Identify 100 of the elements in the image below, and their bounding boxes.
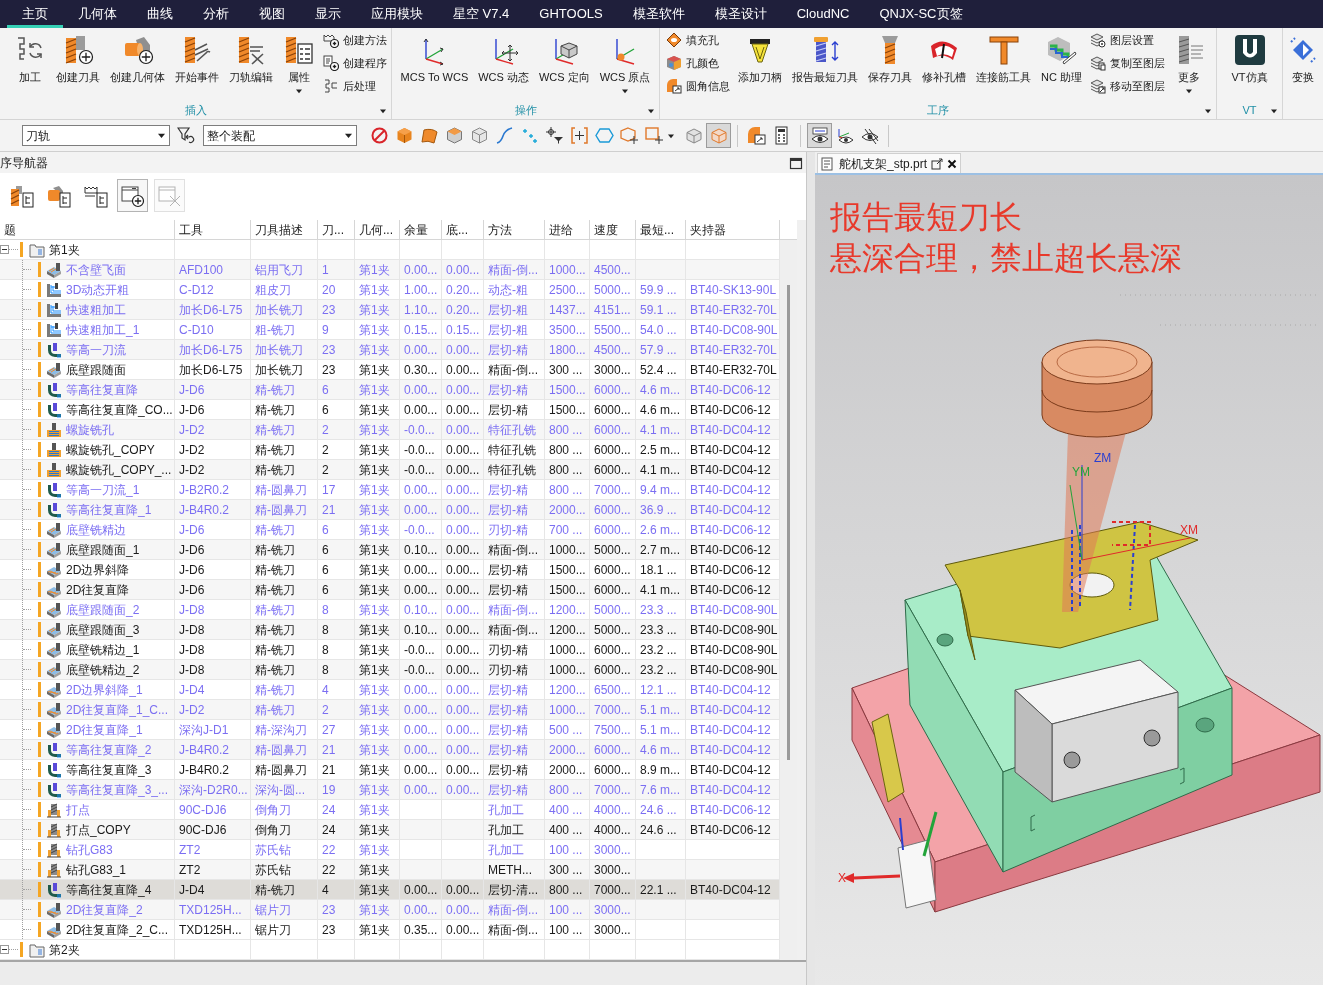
- operation-name[interactable]: 等高一刀流: [66, 340, 126, 359]
- operation-name[interactable]: 不含壁飞面: [66, 260, 126, 279]
- operation-name[interactable]: 钻孔G83: [66, 840, 113, 859]
- ribbon-button[interactable]: 修补孔槽: [920, 31, 968, 84]
- menu-tab[interactable]: QNJX-SC页签: [864, 0, 978, 28]
- operation-name[interactable]: 2D往复直降: [66, 580, 130, 599]
- ribbon-button[interactable]: 连接筋工具: [974, 31, 1033, 84]
- ribbon-button[interactable]: 填充孔: [666, 31, 730, 49]
- table-row[interactable]: 等高一刀流_1 J-B2R0.2 精-圆鼻刀 17 第1夹 0.00... 0.00... 层切-精 800 ... 7000... 9.4 m... BT40-DC04-12: [0, 480, 780, 500]
- operation-name[interactable]: 等高往复直降_3: [66, 760, 152, 779]
- hexagon-icon[interactable]: [595, 126, 614, 145]
- menu-tab[interactable]: 分析: [188, 0, 244, 28]
- ribbon-button[interactable]: 复制至图层: [1089, 54, 1165, 72]
- table-row[interactable]: 2D边界斜降 J-D6 精-铣刀 6 第1夹 0.00... 0.00... 层切-精 1500... 6000... 18.1 ... BT40-DC06-12: [0, 560, 780, 580]
- table-row[interactable]: 钻孔G83 ZT2 苏氏钻 22 第1夹 孔加工 100 ... 3000...: [0, 840, 780, 860]
- table-row[interactable]: 2D往复直降_1_C... J-D2 精-铣刀 2 第1夹 0.00... 0.00... 层切-精 1000... 7000... 5.1 m... BT40-DC04-12: [0, 700, 780, 720]
- table-row[interactable]: 2D往复直降_2_C... TXD125H... 锯片刀 23 第1夹 0.35... 0.00... 精面-倒... 100 ... 3000...: [0, 920, 780, 940]
- file-tab[interactable]: 舵机支架_stp.prt: [817, 153, 962, 173]
- table-row[interactable]: 快速粗加工_1 C-D10 粗-铣刀 9 第1夹 0.15... 0.15... 层切-粗 3500... 5500... 54.0 ... BT40-DC08-90L: [0, 320, 780, 340]
- table-row[interactable]: 等高一刀流 加长D6-L75 加长铣刀 23 第1夹 0.00... 0.00... 层切-精 1800... 4500... 57.9 ... BT40-ER32-70L: [0, 340, 780, 360]
- ribbon-button[interactable]: WCS 动态: [476, 31, 531, 84]
- toggle-button[interactable]: [706, 123, 731, 148]
- table-row[interactable]: 底壁跟随面 加长D6-L75 加长铣刀 23 第1夹 0.30... 0.00... 精面-倒... 300 ... 3000... 52.4 ... BT40-ER32-70L: [0, 360, 780, 380]
- cube-outline-icon[interactable]: [470, 126, 489, 145]
- operation-name[interactable]: 底壁跟随面_2: [66, 600, 140, 619]
- ribbon-button[interactable]: VT仿真: [1229, 31, 1270, 84]
- menu-tab[interactable]: 显示: [300, 0, 356, 28]
- operation-name[interactable]: 等高往复直降_3_...: [66, 780, 169, 799]
- operation-name[interactable]: 2D边界斜降_1: [66, 680, 143, 699]
- dropdown-field[interactable]: 刀轨: [22, 125, 170, 146]
- menu-tab[interactable]: 模圣软件: [617, 0, 700, 28]
- menu-tab[interactable]: 视图: [244, 0, 300, 28]
- operation-name[interactable]: 钻孔G83_1: [66, 860, 127, 879]
- ribbon-button[interactable]: 属性: [281, 31, 317, 95]
- operation-name[interactable]: 螺旋铣孔: [66, 420, 114, 439]
- menu-tab[interactable]: 曲线: [132, 0, 188, 28]
- close-icon[interactable]: [947, 158, 958, 169]
- menu-tab[interactable]: CloudNC: [781, 0, 865, 28]
- ribbon-button[interactable]: 孔颜色: [666, 54, 730, 72]
- curved-face-icon[interactable]: [420, 126, 439, 145]
- calculator-icon[interactable]: [772, 126, 791, 145]
- table-row[interactable]: 螺旋铣孔_COPY_... J-D2 精-铣刀 2 第1夹 -0.0... 0.00... 特征孔铣 800 ... 6000... 4.1 m... BT40-DC04-12: [0, 460, 780, 480]
- ribbon-button[interactable]: 后处理: [323, 77, 387, 95]
- operation-name[interactable]: 等高往复直降_1: [66, 500, 152, 519]
- operation-name[interactable]: 底壁跟随面: [66, 360, 126, 379]
- ribbon-button[interactable]: 圆角信息: [666, 77, 730, 95]
- collapse-icon[interactable]: [0, 245, 9, 254]
- menu-tab[interactable]: 模圣设计: [699, 0, 782, 28]
- ribbon-button[interactable]: 创建程序: [323, 54, 387, 72]
- table-row[interactable]: 等高往复直降_3_... 深沟-D2R0... 深沟-圆... 19 第1夹 0.00... 0.00... 层切-精 800 ... 7000... 7.6 m... BT40-DC04-12: [0, 780, 780, 800]
- caret-icon[interactable]: [1270, 107, 1278, 115]
- table-row[interactable]: 等高往复直降_2 J-B4R0.2 精-圆鼻刀 21 第1夹 0.00... 0.00... 层切-精 2000... 6000... 4.6 m... BT40-DC04-12: [0, 740, 780, 760]
- point-filter-icon[interactable]: [545, 126, 564, 145]
- ribbon-button[interactable]: 变换: [1285, 31, 1321, 84]
- caret-icon[interactable]: [647, 107, 655, 115]
- menu-tab[interactable]: 星空 V7.4: [438, 0, 525, 28]
- table-row[interactable]: 底壁铣精边_2 J-D8 精-铣刀 8 第1夹 -0.0... 0.00... 刃切-精 1000... 6000... 23.2 ... BT40-DC08-90L: [0, 660, 780, 680]
- bracket-point-icon[interactable]: [570, 126, 589, 145]
- operation-name[interactable]: 底壁跟随面_3: [66, 620, 140, 639]
- caret-icon[interactable]: [667, 131, 675, 140]
- cube-top-face-icon[interactable]: [445, 126, 464, 145]
- table-row[interactable]: 打点_COPY 90C-DJ6 倒角刀 24 第1夹 孔加工 400 ... 4000... 24.6 ... BT40-DC06-12: [0, 820, 780, 840]
- table-row[interactable]: 第2夹: [0, 940, 780, 960]
- popout-icon[interactable]: [931, 157, 944, 170]
- operation-name[interactable]: 底壁跟随面_1: [66, 540, 140, 559]
- operation-name[interactable]: 螺旋铣孔_COPY_...: [66, 460, 172, 479]
- square-point-icon[interactable]: [645, 126, 664, 145]
- ribbon-button[interactable]: 添加刀柄: [736, 31, 784, 84]
- table-row[interactable]: 2D往复直降_2 TXD125H... 锯片刀 23 第1夹 0.00... 0.00... 精面-倒... 100 ... 3000...: [0, 900, 780, 920]
- ribbon-button[interactable]: 更多: [1170, 31, 1207, 95]
- horizontal-scrollbar[interactable]: [0, 960, 806, 985]
- operation-name[interactable]: 2D往复直降_1_C...: [66, 700, 169, 719]
- table-row[interactable]: 底壁跟随面_1 J-D6 精-铣刀 6 第1夹 0.10... 0.00... 精面-倒... 1000... 5000... 2.7 m... BT40-DC06-12: [0, 540, 780, 560]
- operation-name[interactable]: 等高一刀流_1: [66, 480, 140, 499]
- table-row[interactable]: 底壁跟随面_2 J-D8 精-铣刀 8 第1夹 0.10... 0.00... 精面-倒... 1200... 5000... 23.3 ... BT40-DC08-90L: [0, 600, 780, 620]
- cube-icon[interactable]: [395, 126, 414, 145]
- filter-undo-icon[interactable]: [177, 126, 196, 145]
- ribbon-button[interactable]: NC 助理: [1039, 31, 1084, 84]
- table-row[interactable]: 第1夹: [0, 240, 780, 260]
- table-row[interactable]: 等高往复直降_CO... J-D6 精-铣刀 6 第1夹 0.00... 0.00... 层切-精 1500... 6000... 4.6 m... BT40-DC06-12: [0, 400, 780, 420]
- table-row[interactable]: 2D往复直降_1 深沟J-D1 精-深沟刀 27 第1夹 0.00... 0.00... 层切-精 500 ... 7500... 5.1 m... BT40-DC04-12: [0, 720, 780, 740]
- table-row[interactable]: 快速粗加工 加长D6-L75 加长铣刀 23 第1夹 1.10... 0.20... 层切-粗 1437... 4151... 59.1 ... BT40-ER32-70L: [0, 300, 780, 320]
- operation-name[interactable]: 打点: [66, 800, 90, 819]
- operation-name[interactable]: 快速粗加工: [66, 300, 126, 319]
- table-row[interactable]: 等高往复直降_3 J-B4R0.2 精-圆鼻刀 21 第1夹 0.00... 0.00... 层切-精 2000... 6000... 8.9 m... BT40-DC04-12: [0, 760, 780, 780]
- ribbon-button[interactable]: 图层设置: [1089, 31, 1165, 49]
- group-name[interactable]: 第1夹: [49, 240, 80, 259]
- ribbon-button[interactable]: WCS 原点: [597, 31, 653, 95]
- no-entry-icon[interactable]: [370, 126, 389, 145]
- table-row[interactable]: 等高往复直降_1 J-B4R0.2 精-圆鼻刀 21 第1夹 0.00... 0.00... 层切-精 2000... 6000... 36.9 ... BT40-DC04-12: [0, 500, 780, 520]
- operation-name[interactable]: 底壁铣精边_1: [66, 640, 140, 659]
- operation-name[interactable]: 打点_COPY: [66, 820, 131, 839]
- table-row[interactable]: 钻孔G83_1 ZT2 苏氏钻 22 第1夹 METH... 300 ... 3000...: [0, 860, 780, 880]
- ribbon-button[interactable]: 移动至图层: [1089, 77, 1165, 95]
- ribbon-button[interactable]: 开始事件: [173, 31, 221, 84]
- dropdown-field[interactable]: 整个装配: [203, 125, 357, 146]
- operation-name[interactable]: 2D往复直降_1: [66, 720, 143, 739]
- operation-name[interactable]: 等高往复直降_CO...: [66, 400, 173, 419]
- ribbon-button[interactable]: 保存刀具: [866, 31, 914, 84]
- caret-icon[interactable]: [1204, 107, 1212, 115]
